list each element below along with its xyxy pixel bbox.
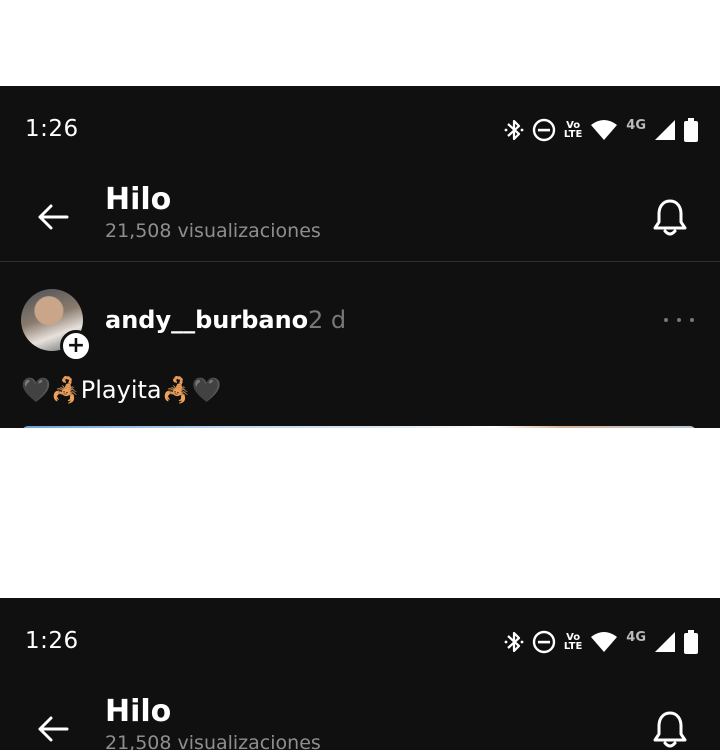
bluetooth-icon: [504, 119, 524, 141]
post-time: 2 d: [308, 306, 347, 334]
status-icons: Vo LTE 4G: [504, 116, 698, 144]
page-title: Hilo: [105, 694, 172, 729]
add-icon[interactable]: +: [60, 330, 92, 362]
views-count: 21,508 visualizaciones: [105, 220, 321, 242]
status-icons: Vo LTE 4G: [504, 628, 698, 656]
wifi-icon: [591, 120, 618, 140]
battery-icon: [684, 630, 698, 654]
battery-icon: [684, 118, 698, 142]
status-bar: 1:26 Vo LTE 4G: [0, 598, 720, 686]
wifi-icon: [591, 632, 618, 652]
do-not-disturb-icon: [532, 118, 556, 142]
status-bar: 1:26 Vo LTE 4G: [0, 86, 720, 174]
bell-icon: [653, 711, 687, 748]
page-title: Hilo: [105, 182, 172, 217]
network-type-label: 4G: [626, 629, 646, 645]
status-time: 1:26: [25, 628, 79, 654]
back-button[interactable]: [32, 196, 74, 238]
notifications-button[interactable]: [648, 194, 692, 240]
thread-screen: 1:26 Vo LTE 4G Hilo 21,508 visualizacion…: [0, 86, 720, 428]
back-arrow-icon: [38, 716, 69, 742]
network-type-label: 4G: [626, 117, 646, 133]
thread-header: Hilo 21,508 visualizaciones: [0, 686, 720, 750]
views-count: 21,508 visualizaciones: [105, 732, 321, 750]
thread-screen-repeat: 1:26 Vo LTE 4G Hilo 21,508 visualizacion…: [0, 598, 720, 750]
back-arrow-icon: [38, 204, 69, 230]
more-icon[interactable]: [664, 314, 694, 326]
middle-margin: [0, 428, 720, 598]
do-not-disturb-icon: [532, 630, 556, 654]
signal-icon: [655, 632, 675, 652]
post-username[interactable]: andy__burbano: [105, 306, 308, 334]
volte-icon: Vo LTE: [563, 632, 583, 652]
status-time: 1:26: [25, 116, 79, 142]
bluetooth-icon: [504, 631, 524, 653]
post-text: 🖤🦂Playita🦂🖤: [21, 376, 222, 404]
bell-icon: [653, 199, 687, 236]
volte-icon: Vo LTE: [563, 120, 583, 140]
signal-icon: [655, 120, 675, 140]
top-margin: [0, 0, 720, 86]
notifications-button[interactable]: [648, 706, 692, 750]
thread-header: Hilo 21,508 visualizaciones: [0, 174, 720, 262]
back-button[interactable]: [32, 708, 74, 750]
thread-post: + andy__burbano 2 d 🖤🦂Playita🦂🖤: [0, 262, 720, 428]
